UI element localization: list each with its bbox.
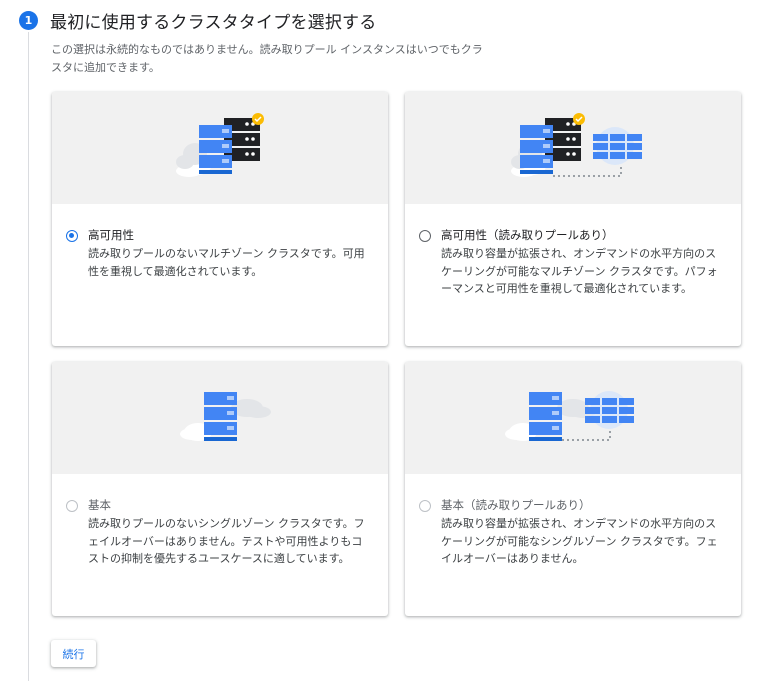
option-title: 基本（読み取りプールあり） — [441, 498, 591, 512]
radio-basic-read-pool[interactable] — [419, 500, 431, 512]
radio-basic[interactable] — [66, 500, 78, 512]
cluster-option-basic[interactable]: 基本 読み取りプールのないシングルゾーン クラスタです。フェイルオーバーはありま… — [52, 362, 388, 616]
option-description: 読み取り容量が拡張され、オンデマンドの水平方向のスケーリングが可能なシングルゾー… — [441, 517, 718, 565]
option-title: 基本 — [88, 498, 111, 512]
server-rack-dark-icon — [224, 118, 260, 161]
option-description: 読み取りプールのないマルチゾーン クラスタです。可用性を重視して最適化されていま… — [88, 247, 365, 278]
radio-high-availability[interactable] — [66, 230, 78, 242]
step-number-badge: 1 — [19, 11, 38, 30]
continue-button[interactable]: 続行 — [51, 640, 96, 667]
server-rack-dark-icon — [545, 118, 581, 161]
step-connector-line — [28, 32, 29, 681]
option-description: 読み取りプールのないシングルゾーン クラスタです。フェイルオーバーはありません。… — [88, 517, 365, 565]
step-title: 最初に使用するクラスタタイプを選択する — [50, 13, 377, 33]
option-title: 高可用性 — [88, 228, 134, 242]
cluster-option-basic-read-pool[interactable]: 基本（読み取りプールあり） 読み取り容量が拡張され、オンデマンドの水平方向のスケ… — [405, 362, 741, 616]
read-pool-nodes-icon — [593, 127, 642, 165]
illustration-single-zone-cluster — [52, 362, 388, 474]
connector-dotted-line — [562, 430, 611, 441]
cluster-option-high-availability[interactable]: 高可用性 読み取りプールのないマルチゾーン クラスタです。可用性を重視して最適化… — [52, 92, 388, 346]
server-rack-blue-icon — [199, 125, 232, 174]
radio-high-availability-read-pool[interactable] — [419, 230, 431, 242]
illustration-multi-zone-cluster — [52, 92, 388, 204]
server-rack-blue-icon — [204, 392, 237, 441]
cluster-option-high-availability-read-pool[interactable]: 高可用性（読み取りプールあり） 読み取り容量が拡張され、オンデマンドの水平方向の… — [405, 92, 741, 346]
option-title: 高可用性（読み取りプールあり） — [441, 228, 614, 242]
illustration-multi-zone-cluster-with-read-pool — [405, 92, 741, 204]
checkmark-badge-icon — [252, 113, 264, 125]
server-rack-blue-icon — [529, 392, 562, 441]
server-rack-blue-icon — [520, 125, 553, 174]
checkmark-badge-icon — [573, 113, 585, 125]
read-pool-nodes-icon — [585, 391, 634, 429]
connector-dotted-line — [553, 164, 622, 177]
illustration-single-zone-cluster-with-read-pool — [405, 362, 741, 474]
step-description: この選択は永続的なものではありません。読み取りプール インスタンスはいつでもクラ… — [51, 43, 483, 74]
option-description: 読み取り容量が拡張され、オンデマンドの水平方向のスケーリングが可能なマルチゾーン… — [441, 247, 718, 295]
